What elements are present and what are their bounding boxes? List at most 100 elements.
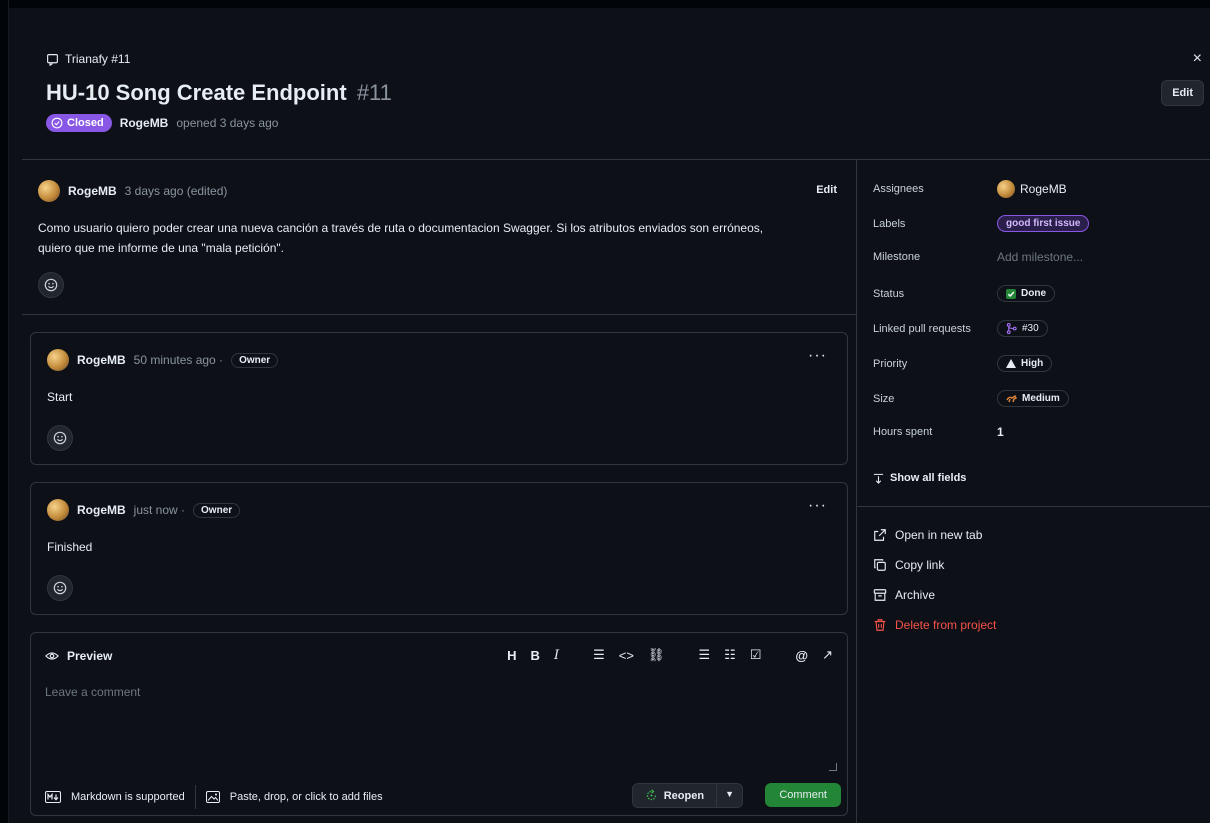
- comment-meta: just now ·: [133, 503, 186, 517]
- tab-preview[interactable]: Preview: [45, 649, 112, 663]
- comment-author[interactable]: RogeMB: [68, 184, 117, 198]
- field-hours-spent[interactable]: Hours spent 1: [873, 425, 1004, 439]
- avatar[interactable]: [47, 349, 69, 371]
- hours-value[interactable]: 1: [997, 425, 1004, 439]
- issue-number: #11: [356, 80, 392, 105]
- left-strip: [0, 0, 9, 823]
- comment-body: Start: [47, 390, 73, 404]
- comment-header: RogeMB 50 minutes ago · Owner: [47, 349, 279, 371]
- resize-handle[interactable]: [829, 763, 837, 771]
- field-priority[interactable]: Priority High: [873, 355, 1053, 372]
- link-button[interactable]: ⛓: [648, 647, 665, 663]
- open-new-tab-action[interactable]: Open in new tab: [873, 520, 996, 550]
- field-labels[interactable]: Labels good first issue: [873, 215, 1090, 232]
- size-pill[interactable]: Medium: [997, 390, 1069, 407]
- comment-composer: Preview H B I ☰ <> ⛓ ☰ ☷ ☑ @ ↗ Leave a c…: [30, 632, 848, 816]
- issue-state-line: Closed RogeMB opened 3 days ago: [46, 114, 278, 132]
- field-size[interactable]: Size Medium: [873, 390, 1069, 407]
- issue-actions: Open in new tab Copy link Archive Delete…: [873, 520, 996, 640]
- field-label: Assignees: [873, 183, 924, 195]
- reopen-button[interactable]: Reopen: [631, 783, 718, 808]
- repo-breadcrumb[interactable]: Trianafy #11: [46, 52, 130, 66]
- heading-button[interactable]: H: [507, 648, 516, 663]
- reopen-button-group: Reopen ▼: [631, 783, 743, 808]
- italic-button[interactable]: I: [554, 648, 559, 663]
- trash-icon: [874, 619, 886, 631]
- linked-pr-number: #30: [1022, 323, 1039, 334]
- delete-from-project-action[interactable]: Delete from project: [873, 610, 996, 640]
- mention-button[interactable]: @: [795, 648, 808, 663]
- comment-header: RogeMB just now · Owner: [47, 499, 241, 521]
- show-all-fields-button[interactable]: Show all fields: [873, 472, 966, 484]
- eye-icon: [45, 652, 59, 660]
- comment-menu-button[interactable]: ···: [808, 497, 827, 515]
- edit-title-button[interactable]: Edit: [1161, 80, 1204, 106]
- linked-pr-pill[interactable]: #30: [997, 320, 1048, 337]
- comment-card: RogeMB just now · Owner ··· Finished: [30, 482, 848, 615]
- field-linked-prs[interactable]: Linked pull requests #30: [873, 320, 1048, 337]
- close-panel-button[interactable]: ×: [1193, 50, 1202, 68]
- avatar[interactable]: [47, 499, 69, 521]
- reopen-label: Reopen: [663, 789, 705, 802]
- copy-link-action[interactable]: Copy link: [873, 550, 996, 580]
- issue-author[interactable]: RogeMB: [120, 116, 169, 130]
- issue-title-text: HU-10 Song Create Endpoint: [46, 80, 347, 105]
- repo-name: Trianafy #11: [65, 52, 131, 66]
- ordered-list-button[interactable]: ☷: [724, 647, 736, 663]
- issue-title: HU-10 Song Create Endpoint #11: [46, 80, 392, 106]
- archive-icon: [873, 589, 887, 601]
- comment-button[interactable]: Comment: [765, 783, 841, 807]
- unordered-list-button[interactable]: ☰: [698, 647, 710, 663]
- markdown-supported-link[interactable]: Markdown is supported: [71, 791, 185, 803]
- comment-menu-button[interactable]: ···: [808, 347, 827, 365]
- add-reaction-button[interactable]: [47, 425, 73, 451]
- copy-link-label: Copy link: [895, 558, 945, 572]
- formatting-toolbar: H B I ☰ <> ⛓ ☰ ☷ ☑ @ ↗: [507, 647, 833, 663]
- archive-action[interactable]: Archive: [873, 580, 996, 610]
- field-status[interactable]: Status Done: [873, 285, 1055, 302]
- attach-files-link[interactable]: Paste, drop, or click to add files: [230, 791, 383, 803]
- add-reaction-button[interactable]: [47, 575, 73, 601]
- field-label: Linked pull requests: [873, 322, 971, 335]
- task-list-button[interactable]: ☑: [750, 647, 762, 663]
- window-top-bar: [0, 0, 1210, 8]
- arrow-down-icon: [873, 473, 884, 484]
- markdown-icon: [45, 791, 61, 803]
- add-reaction-button[interactable]: [38, 272, 64, 298]
- closed-badge-label: Closed: [67, 117, 104, 129]
- label-pill[interactable]: good first issue: [997, 215, 1090, 232]
- copy-icon: [874, 559, 886, 571]
- field-assignees[interactable]: Assignees RogeMB: [873, 180, 1067, 198]
- assignee-name[interactable]: RogeMB: [1020, 182, 1067, 196]
- milestone-value[interactable]: Add milestone...: [997, 250, 1083, 264]
- closed-badge: Closed: [46, 114, 112, 132]
- bold-button[interactable]: B: [531, 648, 540, 663]
- priority-pill[interactable]: High: [997, 355, 1053, 372]
- issue-side-panel: Trianafy #11 HU-10 Song Create Endpoint …: [22, 28, 1210, 823]
- archive-label: Archive: [895, 588, 936, 602]
- owner-badge: Owner: [231, 352, 279, 368]
- field-label: Size: [873, 392, 895, 405]
- quote-button[interactable]: ☰: [593, 647, 605, 663]
- project-icon: [47, 53, 58, 66]
- smiley-icon: [53, 431, 67, 445]
- field-label: Hours spent: [873, 426, 933, 438]
- avatar[interactable]: [997, 180, 1015, 198]
- field-milestone[interactable]: Milestone Add milestone...: [873, 250, 1083, 264]
- priority-label: High: [1021, 358, 1044, 369]
- status-pill[interactable]: Done: [997, 285, 1055, 302]
- triangle-up-icon: [1006, 359, 1016, 368]
- image-icon: [205, 791, 220, 803]
- issue-header: Trianafy #11 HU-10 Song Create Endpoint …: [22, 28, 1210, 160]
- comment-textarea[interactable]: Leave a comment: [45, 685, 835, 699]
- code-button[interactable]: <>: [619, 648, 634, 663]
- edit-comment-button[interactable]: Edit: [816, 184, 837, 196]
- comment-author[interactable]: RogeMB: [77, 503, 126, 517]
- reference-button[interactable]: ↗: [822, 647, 833, 663]
- field-label: Labels: [873, 217, 906, 230]
- avatar[interactable]: [38, 180, 60, 202]
- reopen-options-button[interactable]: ▼: [717, 783, 743, 808]
- issue-sidebar: Assignees RogeMB Labels good first issue…: [857, 160, 1210, 823]
- comment-author[interactable]: RogeMB: [77, 353, 126, 367]
- reopen-icon: [646, 789, 656, 801]
